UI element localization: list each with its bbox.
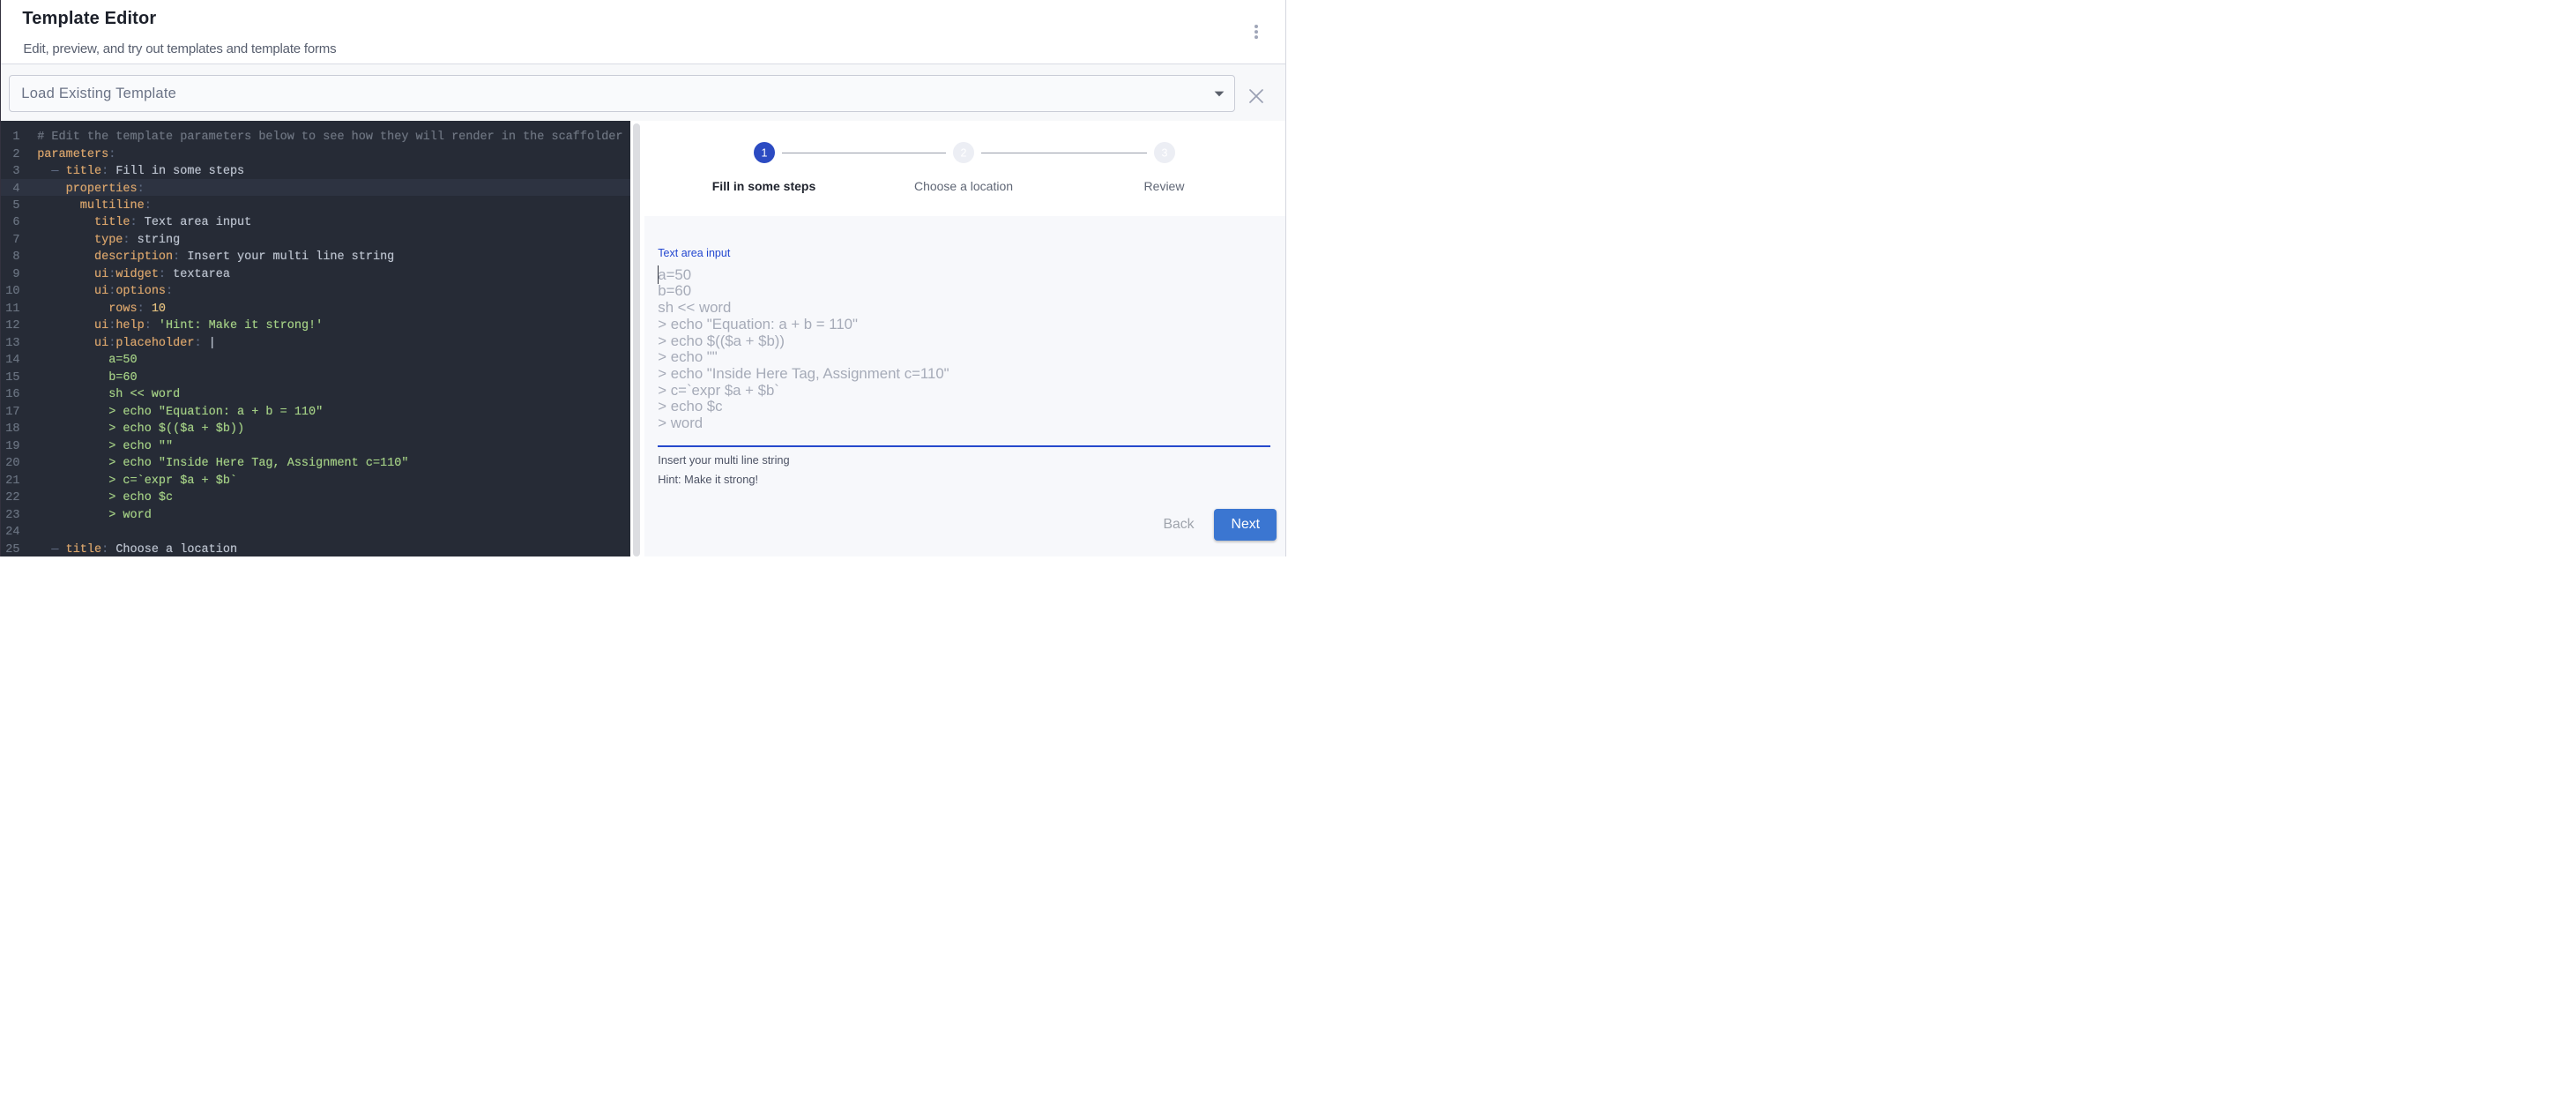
svg-text:3: 3 (1161, 147, 1167, 160)
svg-text:2: 2 (961, 147, 967, 160)
svg-text:1: 1 (761, 147, 767, 160)
